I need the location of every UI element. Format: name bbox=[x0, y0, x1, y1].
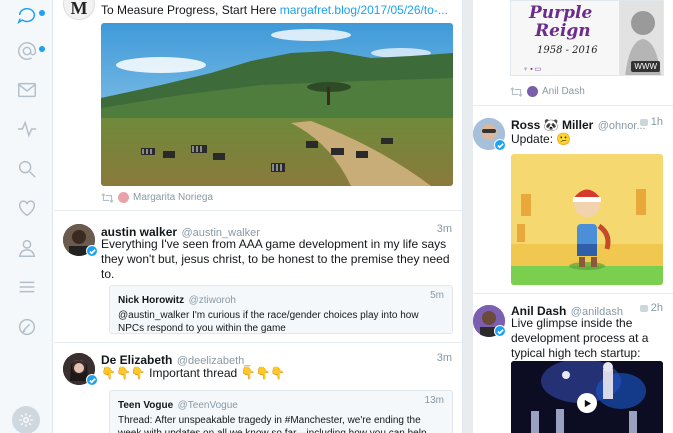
tweet[interactable]: Anil Dash @anildash 2h Live glimpse insi… bbox=[473, 295, 673, 433]
avatar-letter: M bbox=[70, 0, 88, 18]
retweet-icon bbox=[101, 192, 114, 203]
home-column: M To Measure Progress, Start Here margaf… bbox=[54, 0, 463, 433]
home-icon[interactable] bbox=[14, 2, 40, 28]
verified-badge bbox=[86, 374, 98, 386]
mentions-icon[interactable] bbox=[14, 38, 40, 64]
tweet-text: Update: 😕 bbox=[511, 132, 572, 146]
tweet[interactable]: austin walker @austin_walker 3m Everythi… bbox=[54, 212, 462, 343]
retweeter-avatar bbox=[527, 86, 538, 97]
activity-icon[interactable] bbox=[14, 116, 40, 142]
card-art-text: Reign bbox=[535, 21, 591, 41]
quote-text: Thread: After unspeakable tragedy in #Ma… bbox=[118, 415, 429, 433]
tweet-time[interactable]: 2h bbox=[651, 302, 663, 314]
tweet-time-wrap: 1h bbox=[639, 116, 663, 128]
link-card-image[interactable]: Purple Reign 1958 - 2016 ♀ ▪ ▭ WWW bbox=[510, 0, 664, 76]
tweet-text: Everything I've seen from AAA game devel… bbox=[101, 237, 450, 281]
tweet-text-prefix: To Measure Progress, Start Here bbox=[101, 3, 280, 17]
author-name[interactable]: Ross 🐼 Miller bbox=[511, 118, 593, 132]
author-name[interactable]: De Elizabeth bbox=[101, 353, 172, 367]
tweet-text: To Measure Progress, Start Here margafre… bbox=[101, 3, 448, 18]
tweet[interactable]: M To Measure Progress, Start Here margaf… bbox=[54, 0, 462, 211]
quote-time: 5m bbox=[430, 290, 444, 301]
quote-time: 13m bbox=[424, 395, 444, 406]
tweet-text: 👇👇👇 Important thread 👇👇👇 bbox=[101, 366, 286, 380]
column-gutter bbox=[463, 0, 473, 433]
tweet-photo[interactable] bbox=[511, 154, 663, 285]
unread-dot bbox=[39, 46, 45, 52]
lists-icon[interactable] bbox=[14, 274, 40, 300]
tweet-link[interactable]: margafret.blog/2017/05/26/to-... bbox=[280, 3, 448, 17]
play-button-icon[interactable] bbox=[577, 393, 597, 413]
retweet-indicator: Anil Dash bbox=[510, 86, 585, 97]
unread-dot bbox=[39, 10, 45, 16]
quote-author-handle: @TeenVogue bbox=[177, 400, 238, 411]
retweeter-name[interactable]: Anil Dash bbox=[542, 86, 585, 97]
tweet-time[interactable]: 3m bbox=[437, 352, 452, 364]
retweet-indicator: Margarita Noriega bbox=[101, 192, 213, 203]
quote-author-name: Nick Horowitz bbox=[118, 295, 185, 306]
sidebar bbox=[0, 0, 53, 433]
card-art-text: Purple bbox=[529, 3, 593, 23]
prince-symbol-icon: ♀ ▪ ▭ bbox=[523, 66, 542, 73]
verified-badge bbox=[86, 245, 98, 257]
verified-badge bbox=[494, 139, 506, 151]
retweeter-avatar bbox=[118, 192, 129, 203]
tweet-video[interactable] bbox=[511, 361, 663, 433]
settings-icon[interactable] bbox=[12, 406, 40, 433]
author-handle[interactable]: @ohnor... bbox=[598, 120, 646, 132]
quoted-tweet[interactable]: Nick Horowitz @ztiworoh 5m @austin_walke… bbox=[109, 285, 453, 334]
tweet[interactable]: Ross 🐼 Miller @ohnor... 1h Update: 😕 bbox=[473, 107, 673, 294]
likes-icon[interactable] bbox=[14, 195, 40, 221]
tweet-text: Live glimpse inside the development proc… bbox=[511, 316, 649, 360]
tweetdeck-app: M To Measure Progress, Start Here margaf… bbox=[0, 0, 673, 433]
quote-header: Teen Vogue @TeenVogue bbox=[118, 395, 444, 413]
tweet-time[interactable]: 3m bbox=[437, 223, 452, 235]
search-icon[interactable] bbox=[14, 156, 40, 182]
messages-icon[interactable] bbox=[14, 77, 40, 103]
profile-icon[interactable] bbox=[14, 235, 40, 261]
quote-author-name: Teen Vogue bbox=[118, 400, 174, 411]
tweet[interactable]: De Elizabeth @deelizabeth_ 3m 👇👇👇 Import… bbox=[54, 344, 462, 433]
avatar[interactable]: M bbox=[63, 0, 95, 20]
new-tweet-icon[interactable] bbox=[14, 314, 40, 340]
quote-header: Nick Horowitz @ztiworoh bbox=[118, 290, 444, 308]
quote-text: @austin_walker I'm curious if the race/g… bbox=[118, 310, 419, 334]
tweet-time-wrap: 2h bbox=[639, 302, 663, 314]
retweeter-name[interactable]: Margarita Noriega bbox=[133, 192, 213, 203]
reply-badge-icon bbox=[639, 304, 648, 312]
reply-badge-icon bbox=[639, 118, 648, 126]
second-column: Purple Reign 1958 - 2016 ♀ ▪ ▭ WWW Anil … bbox=[473, 0, 673, 433]
tweet-time[interactable]: 1h bbox=[651, 116, 663, 128]
card-badge: WWW bbox=[631, 61, 660, 72]
tweet-photo[interactable] bbox=[101, 23, 453, 186]
retweet-icon bbox=[510, 86, 523, 97]
card-art-years: 1958 - 2016 bbox=[537, 45, 598, 56]
verified-badge bbox=[494, 325, 506, 337]
quoted-tweet[interactable]: Teen Vogue @TeenVogue 13m Thread: After … bbox=[109, 390, 453, 433]
tweet[interactable]: Purple Reign 1958 - 2016 ♀ ▪ ▭ WWW Anil … bbox=[473, 0, 673, 106]
quote-author-handle: @ztiworoh bbox=[188, 295, 236, 306]
